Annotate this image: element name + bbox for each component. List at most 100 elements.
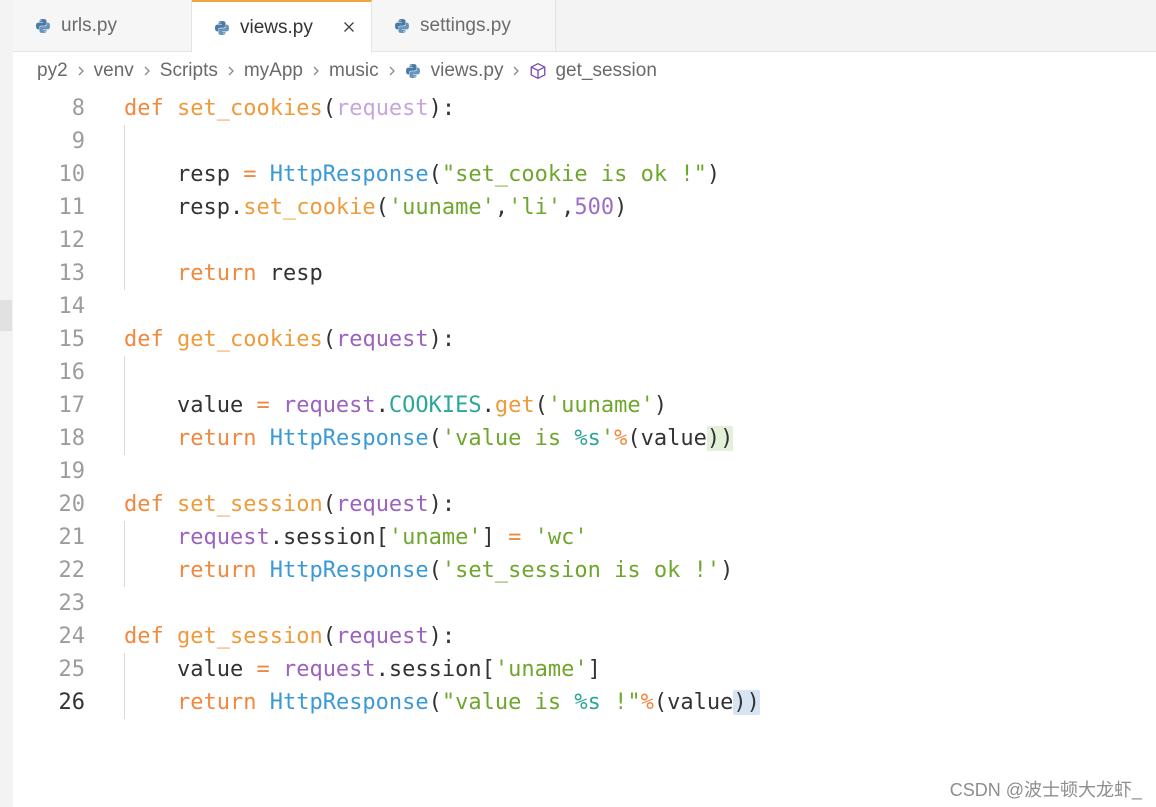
breadcrumb-item-get-session[interactable]: get_session (529, 60, 657, 82)
code-token: . (229, 195, 244, 220)
method-icon (529, 62, 547, 80)
line-number: 13 (58, 261, 86, 286)
line-number: 14 (58, 294, 86, 319)
code-token: % (640, 690, 654, 715)
code-token: ( (428, 162, 442, 187)
code-line[interactable]: return resp (124, 257, 760, 290)
code-token: 'uuname' (388, 195, 495, 220)
code-token: 'wc' (534, 525, 588, 550)
line-number: 20 (58, 492, 86, 517)
code-line[interactable]: return HttpResponse("value is %s !"%(val… (124, 686, 760, 719)
code-token: !" (600, 690, 641, 715)
code-token: ( (428, 558, 442, 583)
code-token: resp (256, 261, 323, 286)
tab-views-py[interactable]: views.py (192, 0, 372, 53)
chevron-right-icon (142, 63, 152, 79)
line-number: 11 (58, 195, 86, 220)
code-line[interactable]: return HttpResponse('value is %s'%(value… (124, 422, 760, 455)
code-token: ( (322, 327, 336, 352)
code-line[interactable]: value = request.COOKIES.get('uuname') (124, 389, 760, 422)
code-line[interactable] (124, 356, 760, 389)
tab-urls-py[interactable]: urls.py (13, 0, 192, 51)
line-number: 9 (71, 129, 85, 154)
code-token: HttpResponse (269, 690, 429, 715)
code-token: return (176, 426, 257, 451)
code-line[interactable]: resp = HttpResponse("set_cookie is ok !"… (124, 158, 760, 191)
code-line[interactable]: def get_cookies(request): (124, 323, 760, 356)
line-number: 10 (58, 162, 86, 187)
code-token: request (335, 624, 429, 649)
code-token: set_cookie (243, 195, 376, 220)
code-token: request (282, 657, 376, 682)
line-number: 22 (58, 558, 86, 583)
code-line[interactable]: request.session['uname'] = 'wc' (124, 521, 760, 554)
chevron-right-icon (511, 63, 521, 79)
breadcrumb-item-myapp[interactable]: myApp (244, 60, 303, 82)
python-file-icon (214, 20, 230, 36)
code-token: ) (614, 195, 628, 220)
breadcrumb-item-views-py[interactable]: views.py (405, 60, 504, 82)
code-token: resp (124, 162, 244, 187)
code-token: )) (706, 426, 734, 451)
code-token: ): (428, 327, 456, 352)
code-line[interactable] (124, 587, 760, 620)
code-token: ( (322, 624, 336, 649)
close-icon[interactable] (341, 19, 357, 35)
code-token: (value (627, 426, 707, 451)
line-number: 21 (58, 525, 86, 550)
code-line[interactable] (124, 290, 760, 323)
line-number: 8 (71, 96, 85, 121)
code-line[interactable] (124, 224, 760, 257)
breadcrumb-item-music[interactable]: music (329, 60, 379, 82)
code-token: resp (124, 195, 230, 220)
code-token: = (256, 657, 270, 682)
breadcrumb: py2 venv Scripts myApp music views.py ge… (37, 52, 657, 90)
python-file-icon (35, 18, 51, 34)
code-token: ( (322, 96, 336, 121)
breadcrumb-item-scripts[interactable]: Scripts (160, 60, 218, 82)
chevron-right-icon (311, 63, 321, 79)
code-line[interactable]: def get_session(request): (124, 620, 760, 653)
code-line[interactable]: def set_cookies(request): (124, 92, 760, 125)
code-token: 'set_session is ok !' (441, 558, 721, 583)
code-token: ] (587, 657, 601, 682)
code-token: "set_cookie is ok !" (441, 162, 707, 187)
code-token: ) (706, 162, 721, 187)
code-line[interactable] (124, 125, 760, 158)
code-token: request (176, 525, 270, 550)
line-number: 26 (58, 690, 86, 715)
breadcrumb-file-label: views.py (430, 60, 504, 81)
code-line[interactable]: def set_session(request): (124, 488, 760, 521)
code-token: def (124, 624, 164, 649)
code-token: ( (322, 492, 336, 517)
code-token: HttpResponse (269, 162, 429, 187)
code-editor[interactable]: def set_cookies(request): resp = HttpRes… (124, 92, 760, 719)
python-file-icon (394, 18, 410, 34)
code-token: ( (428, 690, 442, 715)
code-line[interactable]: resp.set_cookie('uuname','li',500) (124, 191, 760, 224)
breadcrumb-symbol-label: get_session (555, 60, 657, 81)
code-token: HttpResponse (269, 558, 429, 583)
code-token: ] (481, 525, 495, 550)
code-line[interactable]: return HttpResponse('set_session is ok !… (124, 554, 760, 587)
breadcrumb-item-py2[interactable]: py2 (37, 60, 68, 82)
code-token: value (124, 393, 257, 418)
sidebar-edge (0, 0, 13, 807)
code-line[interactable] (124, 455, 760, 488)
code-token: 'li' (508, 195, 562, 220)
breadcrumb-item-venv[interactable]: venv (94, 60, 134, 82)
code-token: (value (653, 690, 734, 715)
code-token: %s (574, 690, 601, 715)
code-line[interactable]: value = request.session['uname'] (124, 653, 760, 686)
tab-settings-py[interactable]: settings.py (372, 0, 556, 51)
